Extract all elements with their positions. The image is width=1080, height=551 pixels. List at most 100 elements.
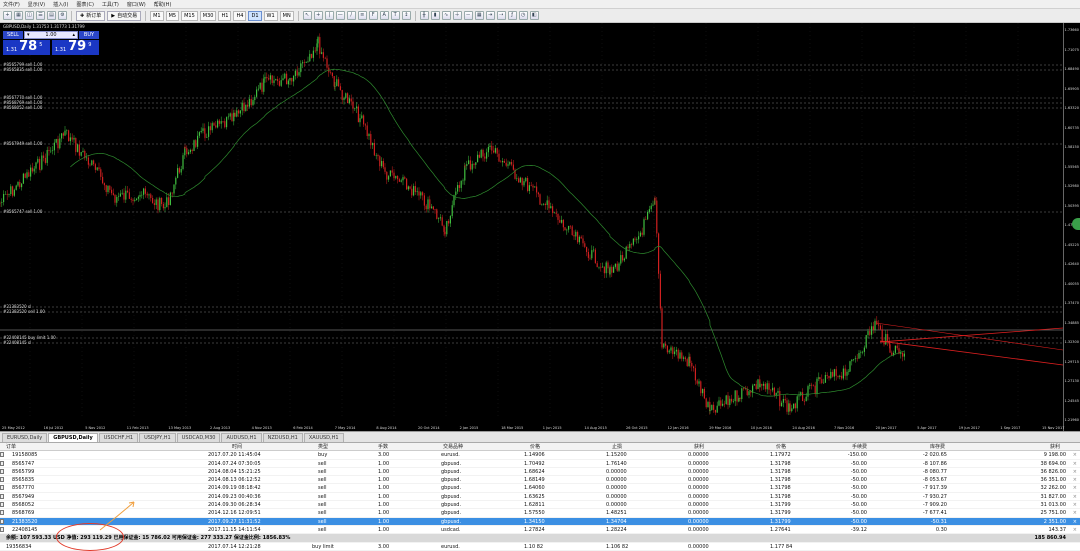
menu-charts[interactable]: 图表(C) [77, 1, 94, 8]
col-stop-loss[interactable]: 止损 [612, 443, 622, 451]
lot-up-icon[interactable]: ▴ [72, 32, 75, 38]
arrows-icon[interactable]: ↕ [401, 11, 411, 20]
zoom-out-icon[interactable]: － [463, 11, 473, 20]
close-order-icon[interactable]: × [1073, 526, 1077, 534]
order-row[interactable]: 8565747 2014.07.24 07:30:05 sell 1.00 gbpusd… [0, 460, 1080, 468]
close-order-icon[interactable]: × [1073, 476, 1077, 484]
timeframe-m15[interactable]: M15 [181, 10, 198, 21]
buy-button[interactable]: BUY [79, 31, 99, 39]
close-order-icon[interactable]: × [1073, 484, 1077, 492]
col-current-price[interactable]: 价格 [776, 443, 786, 451]
timeframe-w1[interactable]: W1 [263, 10, 278, 21]
profiles-icon[interactable]: ▦ [14, 11, 23, 20]
order-level-label[interactable]: #8565835 sell 1.00 [3, 67, 42, 72]
bar-chart-icon[interactable]: ╫ [419, 11, 429, 20]
line-chart-icon[interactable]: ∿ [441, 11, 451, 20]
order-row[interactable]: 8565835 2014.08.13 06:12:52 sell 1.00 gbpusd… [0, 476, 1080, 485]
col-commission[interactable]: 手续费 [852, 443, 867, 451]
close-order-icon[interactable]: × [1073, 509, 1077, 517]
channel-icon[interactable]: ≡ [357, 11, 367, 20]
col-symbol[interactable]: 交易品种 [443, 443, 463, 451]
buy-price[interactable]: 1.31 79 9 [52, 40, 99, 55]
timeframe-m5[interactable]: M5 [165, 10, 180, 21]
order-level-label[interactable]: #8567949 sell 1.00 [3, 141, 42, 146]
close-order-icon[interactable]: × [1073, 501, 1077, 509]
terminal-icon[interactable]: ▤ [47, 11, 56, 20]
tester-icon[interactable]: ⚙ [58, 11, 67, 20]
autoscroll-icon[interactable]: ⇢ [496, 11, 506, 20]
col-order[interactable]: 订单 [6, 443, 16, 451]
col-take-profit[interactable]: 获利 [694, 443, 704, 451]
templates-icon[interactable]: ◧ [529, 11, 539, 20]
indicators-icon[interactable]: ƒ [507, 11, 517, 20]
timeframe-d1[interactable]: D1 [248, 10, 262, 21]
col-open-price[interactable]: 价格 [530, 443, 540, 451]
timeframe-h4[interactable]: H4 [233, 10, 247, 21]
lot-down-icon[interactable]: ▾ [27, 32, 30, 38]
menu-help[interactable]: 帮助(H) [154, 1, 172, 8]
tab-nzdusd-h1[interactable]: NZDUSD,H1 [262, 433, 303, 442]
tab-gbpusd-daily[interactable]: GBPUSD,Daily [48, 433, 98, 442]
tile-windows-icon[interactable]: ▦ [474, 11, 484, 20]
tab-usdchf-h1[interactable]: USDCHF,H1 [98, 433, 139, 442]
order-level-label[interactable]: #8568052 sell 1.00 [3, 105, 42, 110]
new-chart-icon[interactable]: + [3, 11, 12, 20]
menu-tools[interactable]: 工具(T) [102, 1, 119, 8]
order-row[interactable]: 8567770 2014.09.19 08:18:42 sell 1.00 gbpusd… [0, 484, 1080, 493]
timeframe-m1[interactable]: M1 [150, 10, 164, 21]
order-row[interactable]: 19158085 2017.07.20 11:45:04 buy 3.00 eurusd… [0, 451, 1080, 460]
close-order-icon[interactable]: × [1073, 493, 1077, 501]
timeframe-h1[interactable]: H1 [218, 10, 232, 21]
new-order-button[interactable]: ✚ 新订单 [76, 10, 106, 21]
tab-eurusd-daily[interactable]: EURUSD,Daily [2, 433, 48, 442]
close-order-icon[interactable]: × [1073, 451, 1077, 459]
order-level-label[interactable]: #21383520 sell 1.00 [3, 309, 45, 314]
candle-chart-icon[interactable]: ▮ [430, 11, 440, 20]
fibonacci-icon[interactable]: F [368, 11, 378, 20]
horizontal-line-icon[interactable]: — [335, 11, 345, 20]
tab-usdcad-m30[interactable]: USDCAD,M30 [176, 433, 221, 442]
timeframe-mn[interactable]: MN [279, 10, 294, 21]
col-time[interactable]: 时间 [232, 443, 242, 451]
trendline-icon[interactable]: / [346, 11, 356, 20]
vertical-line-icon[interactable]: | [324, 11, 334, 20]
market-watch-icon[interactable]: ◫ [25, 11, 34, 20]
order-level-label[interactable]: #8565747 sell 1.00 [3, 209, 42, 214]
order-row[interactable]: 8567949 2014.09.23 00:40:36 sell 1.00 gbpusd… [0, 493, 1080, 502]
navigator-icon[interactable]: ☰ [36, 11, 45, 20]
sell-button[interactable]: SELL [3, 31, 23, 39]
tab-xauusd-h1[interactable]: XAUUSD,H1 [303, 433, 344, 442]
order-row[interactable]: 21383520 2017.09.27 11:31:52 sell 1.00 gbpus… [0, 517, 1080, 526]
menu-window[interactable]: 窗口(W) [127, 1, 146, 8]
col-profit[interactable]: 获利 [1050, 443, 1060, 451]
col-type[interactable]: 类型 [318, 443, 328, 451]
timeframe-m30[interactable]: M30 [199, 10, 217, 21]
cursor-icon[interactable]: ↖ [302, 11, 312, 20]
price-chart[interactable]: GBPUSD,Daily 1.31753 1.31773 1.31799 SEL… [0, 23, 1080, 431]
close-order-icon[interactable]: × [1073, 460, 1077, 468]
tab-audusd-h1[interactable]: AUDUSD,H1 [221, 433, 262, 442]
lot-size-input[interactable]: ▾ 1.00 ▴ [24, 31, 78, 39]
chart-shift-icon[interactable]: ⇥ [485, 11, 495, 20]
tab-usdjpy-h1[interactable]: USDJPY,H1 [139, 433, 176, 442]
order-row[interactable]: 8568052 2014.09.30 06:28:34 sell 1.00 gbpusd… [0, 501, 1080, 510]
close-order-icon[interactable]: × [1073, 468, 1077, 476]
text-icon[interactable]: A [379, 11, 389, 20]
label-icon[interactable]: T [390, 11, 400, 20]
sell-price[interactable]: 1.31 78 5 [3, 40, 50, 55]
pending-order-row[interactable]: 19356834 2017.07.14 12:21:28 buy limit 3… [0, 543, 1080, 551]
menu-view[interactable]: 显示(V) [28, 1, 45, 8]
menu-insert[interactable]: 插入(I) [53, 1, 68, 8]
zoom-in-icon[interactable]: ＋ [452, 11, 462, 20]
period-icon[interactable]: ◷ [518, 11, 528, 20]
order-row[interactable]: 22408145 2017.11.15 14:11:54 sell 1.00 usdca… [0, 526, 1080, 535]
order-row[interactable]: 8565799 2014.08.04 15:21:25 sell 1.00 gbpusd… [0, 468, 1080, 477]
order-level-label[interactable]: #22408145 sl [3, 340, 31, 345]
expand-panel-icon[interactable] [1072, 218, 1080, 230]
close-order-icon[interactable]: × [1073, 518, 1077, 526]
col-swap[interactable]: 库存费 [930, 443, 945, 451]
order-row[interactable]: 8568769 2014.12.16 12:09:51 sell 1.00 gbpusd… [0, 509, 1080, 518]
menu-file[interactable]: 文件(F) [3, 1, 20, 8]
autotrading-button[interactable]: ▶ 自动交易 [107, 10, 142, 21]
col-volume[interactable]: 手数 [378, 443, 388, 451]
